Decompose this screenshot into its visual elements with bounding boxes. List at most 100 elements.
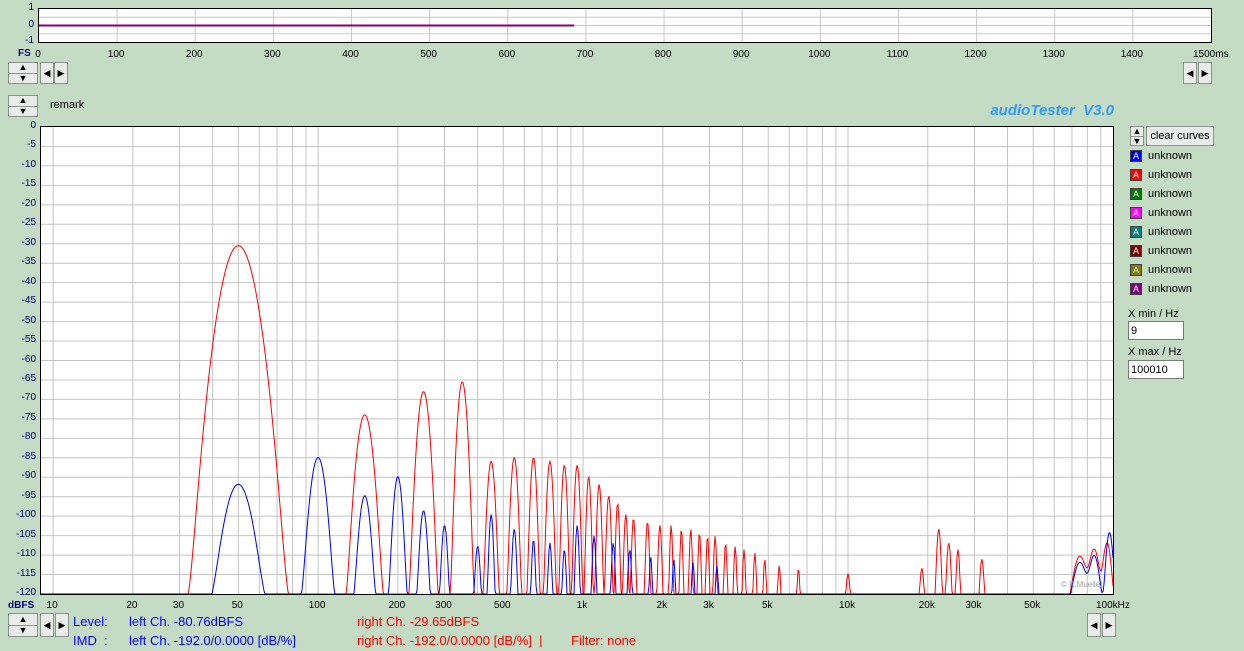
remark-label[interactable]: remark [50, 99, 84, 111]
spectrum-xtick: 50 [231, 600, 243, 611]
spectrum-series-line [41, 245, 1113, 594]
curve-color-icon[interactable]: A [1130, 207, 1142, 219]
legend-item-label: unknown [1148, 207, 1193, 219]
time-x-unit: 1500ms [1193, 49, 1229, 60]
time-ytick: 1 [28, 2, 34, 13]
spectrum-ytick: -70 [21, 392, 36, 404]
time-scroll-right-button[interactable]: ▶ [54, 62, 68, 84]
legend-item[interactable]: Aunknown [1130, 148, 1192, 164]
spectrum-ytick: -60 [21, 353, 36, 365]
curve-color-icon[interactable]: A [1130, 283, 1142, 295]
curve-color-icon[interactable]: A [1130, 150, 1142, 162]
spectrum-ytick: -65 [21, 372, 36, 384]
time-xtick: 1000 [808, 49, 831, 60]
spectrum-grid [41, 127, 1113, 594]
legend-item[interactable]: Aunknown [1130, 167, 1192, 183]
spectrum-xtick: 300 [435, 600, 452, 611]
curve-color-icon[interactable]: A [1130, 264, 1142, 276]
spectrum-xtick: 100 [308, 600, 326, 611]
time-y-unit: FS [18, 48, 31, 59]
spectrum-series [41, 245, 1113, 594]
chevron-left-icon: ◀ [43, 620, 51, 630]
spectrum-xtick: 200 [388, 600, 406, 611]
time-xtick: 100 [107, 49, 125, 60]
spectrum-ytick: -10 [21, 158, 36, 170]
arrow-down-icon[interactable]: ▼ [9, 72, 37, 84]
spectrum-x-zoom-stepper[interactable]: ▲ ▼ [8, 613, 38, 637]
spectrum-ytick: -55 [21, 334, 36, 346]
spectrum-ytick: -120 [15, 587, 36, 598]
arrow-up-icon[interactable]: ▲ [9, 96, 37, 106]
legend-item[interactable]: Aunknown [1130, 186, 1192, 202]
time-xtick: 0 [35, 49, 41, 60]
arrow-up-icon[interactable]: ▲ [9, 614, 37, 625]
spectrum-ytick: 0 [30, 120, 36, 131]
spectrum-xtick: 10 [46, 600, 58, 611]
spectrum-ytick: -80 [21, 431, 36, 443]
filter-readout: Filter: none [571, 633, 637, 648]
curve-color-icon[interactable]: A [1130, 169, 1142, 181]
legend-item[interactable]: Aunknown [1130, 243, 1192, 259]
legend-item[interactable]: Aunknown [1130, 224, 1192, 240]
level-label: Level: [73, 614, 108, 629]
legend-item[interactable]: Aunknown [1130, 281, 1192, 297]
level-right-readout: right Ch. -29.65dBFS [357, 614, 480, 629]
spectrum-ytick: -50 [21, 314, 36, 326]
spectrum-scroll-right-button[interactable]: ▶ [55, 613, 69, 637]
spectrum-xtick: 500 [493, 600, 511, 611]
spectrum-ytick: -45 [21, 295, 36, 307]
arrow-down-icon[interactable]: ▼ [9, 105, 37, 117]
spectrum-ytick: -100 [15, 509, 36, 521]
legend-item[interactable]: Aunknown [1130, 262, 1192, 278]
spectrum-y-zoom-stepper[interactable]: ▲ ▼ [8, 95, 38, 117]
chevron-right-icon: ▶ [57, 68, 65, 78]
legend-item[interactable]: Aunknown [1130, 205, 1192, 221]
spectrum-xtick: 5k [761, 600, 773, 611]
spectrum-scroll-left-button[interactable]: ◀ [40, 613, 54, 637]
time-x-scroll-right-button[interactable]: ▶ [1198, 62, 1212, 84]
curve-color-icon[interactable]: A [1130, 226, 1142, 238]
clear-curves-button[interactable]: clear curves [1146, 126, 1214, 146]
spectrum-y-unit: dBFS [8, 600, 35, 611]
imd-left-readout: left Ch. -192.0/0.0000 [dB/%] [129, 633, 296, 648]
time-ytick: -1 [25, 35, 34, 46]
xmin-input[interactable] [1128, 321, 1184, 340]
spectrum-ytick: -90 [21, 470, 36, 482]
time-scroll-left-button[interactable]: ◀ [40, 62, 54, 84]
time-xtick: 900 [732, 49, 750, 60]
legend-item-label: unknown [1148, 226, 1193, 238]
imd-right-readout: right Ch. -192.0/0.0000 [dB/%] | [357, 633, 543, 648]
spectrum-xtick: 2k [656, 600, 668, 611]
time-xtick: 300 [264, 49, 281, 60]
time-x-scroll-left-button[interactable]: ◀ [1183, 62, 1197, 84]
legend-item-label: unknown [1148, 264, 1193, 276]
spectrum-xtick: 20 [126, 600, 138, 611]
time-xtick: 400 [342, 49, 359, 60]
chevron-left-icon: ◀ [1090, 620, 1098, 630]
legend-stepper[interactable]: ▲ ▼ [1130, 126, 1144, 146]
time-xtick: 1200 [964, 49, 987, 60]
spectrum-xtick: 1k [576, 600, 588, 611]
arrow-up-icon[interactable]: ▲ [9, 63, 37, 73]
curve-color-icon[interactable]: A [1130, 188, 1142, 200]
spectrum-ytick: -115 [16, 567, 36, 579]
time-plot [38, 8, 1212, 43]
spectrum-x-scroll-right-button[interactable]: ▶ [1102, 613, 1116, 637]
spectrum-x-scroll-left-button[interactable]: ◀ [1087, 613, 1101, 637]
legend-item-label: unknown [1148, 150, 1193, 162]
curve-color-icon[interactable]: A [1130, 245, 1142, 257]
time-xtick: 700 [576, 49, 594, 60]
spectrum-ytick: -30 [21, 236, 36, 248]
xmax-input[interactable] [1128, 360, 1184, 379]
xmin-label: X min / Hz [1128, 308, 1179, 320]
time-xtick: 1100 [886, 49, 909, 60]
arrow-down-icon[interactable]: ▼ [1131, 136, 1143, 146]
chevron-right-icon: ▶ [1105, 620, 1113, 630]
time-xtick: 800 [654, 49, 672, 60]
spectrum-ytick: -105 [15, 528, 36, 540]
arrow-down-icon[interactable]: ▼ [9, 624, 37, 637]
spectrum-ytick: -5 [27, 139, 36, 151]
time-y-zoom-stepper[interactable]: ▲ ▼ [8, 62, 38, 84]
imd-label: IMD : [73, 633, 108, 648]
arrow-up-icon[interactable]: ▲ [1131, 127, 1143, 136]
